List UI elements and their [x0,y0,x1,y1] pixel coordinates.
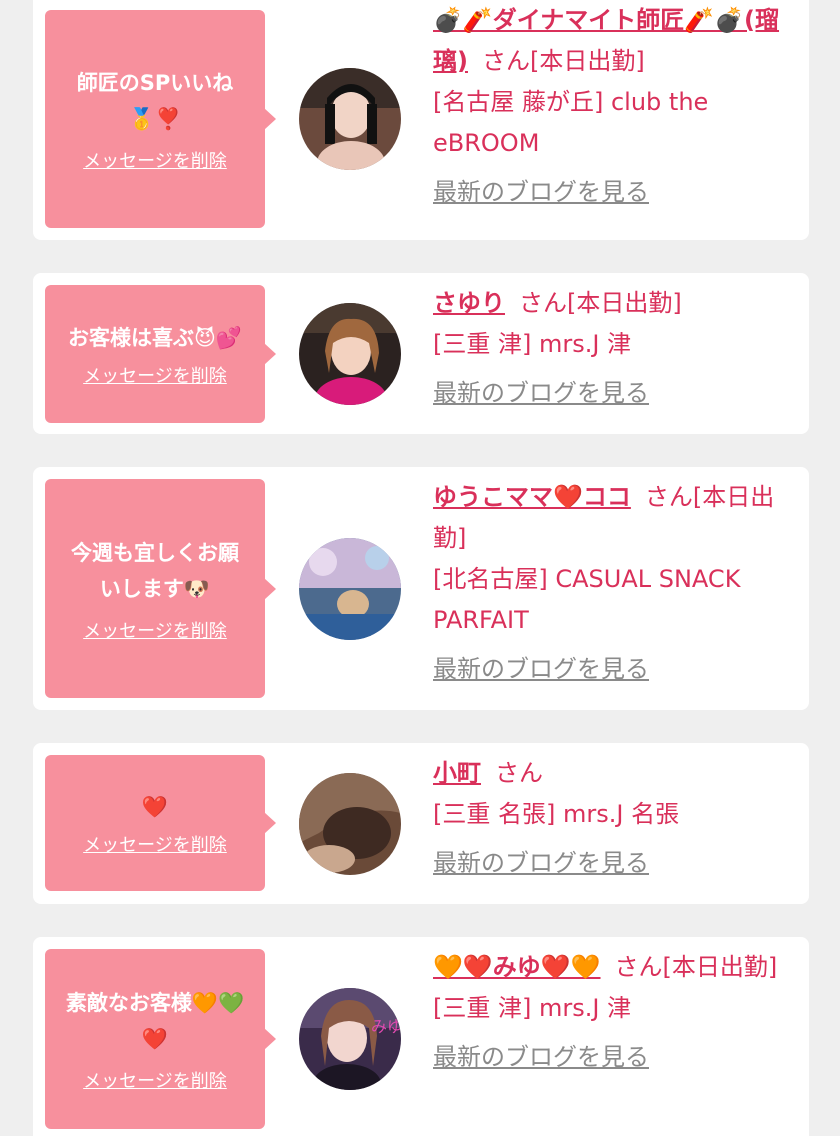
avatar-overlay-text: みゆ [371,1017,401,1036]
sender-name-link[interactable]: ゆうこママ❤️ココ [433,483,631,511]
sender-info: 小町 さん [三重 名張] mrs.J 名張 最新のブログを見る [433,753,797,884]
avatar-photo [299,773,401,875]
sender-info: さゆり さん[本日出勤] [三重 津] mrs.J 津 最新のブログを見る [433,283,797,414]
avatar-photo [299,538,401,640]
delete-message-link[interactable]: メッセージを削除 [83,362,227,388]
message-text: お客様は喜ぶ😈💕 [67,326,243,350]
sender-info: 💣🧨ダイナマイト師匠🧨💣(瑠璃) さん[本日出勤] [名古屋 藤が丘] club … [433,0,797,213]
message-text: 師匠のSPいいね🥇❣️ [76,71,234,131]
message-card: 師匠のSPいいね🥇❣️ メッセージを削除 💣🧨ダイナマイト師匠🧨💣(瑠璃) さん[… [33,0,809,240]
avatar[interactable] [299,773,401,875]
message-bubble: 師匠のSPいいね🥇❣️ メッセージを削除 [45,10,276,228]
latest-blog-link[interactable]: 最新のブログを見る [433,649,649,690]
message-bubble: お客様は喜ぶ😈💕 メッセージを削除 [45,285,276,423]
latest-blog-link[interactable]: 最新のブログを見る [433,843,649,884]
delete-message-link[interactable]: メッセージを削除 [83,147,227,173]
sender-status: さん[本日出勤] [614,953,778,981]
avatar[interactable]: みゆ [299,988,401,1090]
sender-name-link[interactable]: さゆり [433,289,505,317]
avatar[interactable] [299,303,401,405]
avatar-photo: みゆ [299,988,401,1090]
delete-message-link[interactable]: メッセージを削除 [83,1067,227,1093]
sender-status: さん[本日出勤] [481,47,645,75]
delete-message-link[interactable]: メッセージを削除 [83,831,227,857]
delete-message-link[interactable]: メッセージを削除 [83,617,227,643]
message-card: 素敵なお客様🧡💚❤️ メッセージを削除 みゆ 🧡❤️みゆ❤️🧡 さん[本日出勤] … [33,937,809,1136]
sender-info: 🧡❤️みゆ❤️🧡 さん[本日出勤] [三重 津] mrs.J 津 最新のブログを見… [433,947,797,1078]
message-card: お客様は喜ぶ😈💕 メッセージを削除 さゆり さん[本日出勤] [三重 津] mrs… [33,273,809,434]
message-card: 今週も宜しくお願いします🐶 メッセージを削除 ゆうこママ❤️ココ さん[本日出勤]… [33,467,809,710]
shop-name: [三重 津] mrs.J 津 [433,994,632,1022]
shop-name: [三重 名張] mrs.J 名張 [433,800,680,828]
message-bubble: ❤️ メッセージを削除 [45,755,276,891]
message-text: 今週も宜しくお願いします🐶 [71,540,239,601]
message-text: ❤️ [141,795,169,819]
sender-info: ゆうこママ❤️ココ さん[本日出勤] [北名古屋] CASUAL SNACK PA… [433,477,797,690]
sender-name-link[interactable]: 小町 [433,759,481,787]
shop-name: [北名古屋] CASUAL SNACK PARFAIT [433,565,741,634]
shop-name: [名古屋 藤が丘] club the eBROOM [433,88,709,157]
sender-name-link[interactable]: 🧡❤️みゆ❤️🧡 [433,953,601,981]
message-bubble: 今週も宜しくお願いします🐶 メッセージを削除 [45,479,276,698]
avatar-photo [299,68,401,170]
sender-status: さん[本日出勤] [519,289,682,317]
message-list: 師匠のSPいいね🥇❣️ メッセージを削除 💣🧨ダイナマイト師匠🧨💣(瑠璃) さん[… [0,0,840,1136]
message-card: ❤️ メッセージを削除 小町 さん [三重 名張] mrs.J 名張 最新のブログ… [33,743,809,904]
message-bubble: 素敵なお客様🧡💚❤️ メッセージを削除 [45,949,276,1129]
avatar[interactable] [299,538,401,640]
latest-blog-link[interactable]: 最新のブログを見る [433,373,649,414]
avatar[interactable] [299,68,401,170]
sender-status: さん [495,759,543,787]
message-text: 素敵なお客様🧡💚❤️ [65,991,245,1051]
latest-blog-link[interactable]: 最新のブログを見る [433,172,649,213]
avatar-photo [299,303,401,405]
latest-blog-link[interactable]: 最新のブログを見る [433,1037,649,1078]
shop-name: [三重 津] mrs.J 津 [433,330,632,358]
